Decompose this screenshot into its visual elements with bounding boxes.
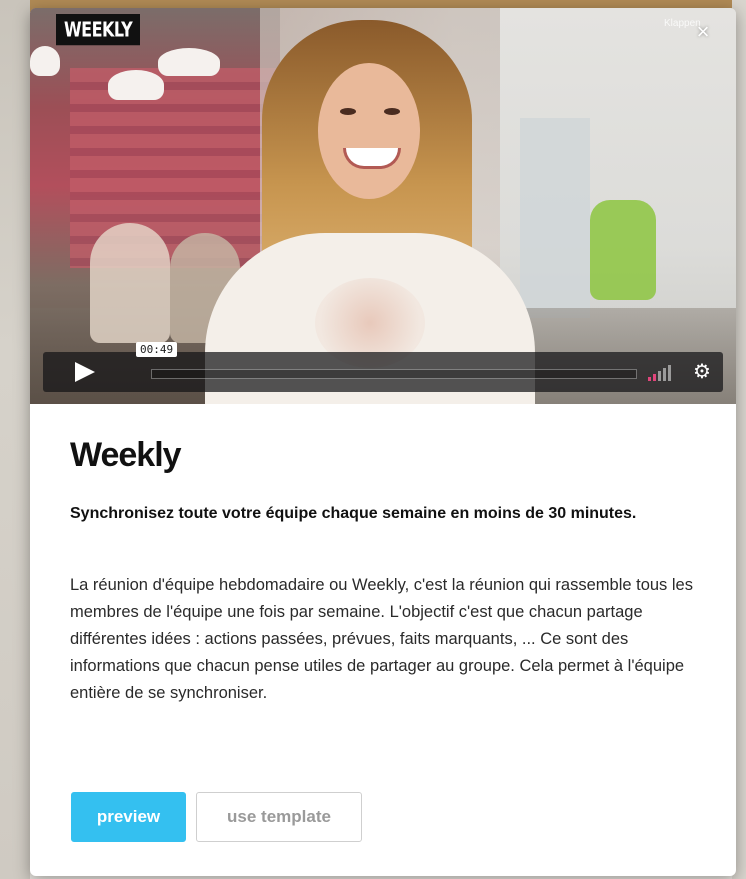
current-time-tooltip: 00:49: [136, 342, 178, 357]
template-modal: WEEKLY Klappen × 00:49 ⚙ Weekly Synchron…: [30, 8, 736, 876]
template-subtitle: Synchronisez toute votre équipe chaque s…: [70, 505, 637, 522]
brand-logo: WEEKLY: [56, 14, 141, 46]
play-button[interactable]: [43, 352, 125, 392]
volume-icon[interactable]: [648, 365, 678, 381]
template-description: La réunion d'équipe hebdomadaire ou Week…: [70, 576, 693, 702]
progress-bar[interactable]: [151, 369, 637, 379]
close-icon[interactable]: ×: [693, 21, 713, 43]
page-backdrop-left: [0, 0, 30, 879]
play-icon: [75, 362, 95, 382]
use-template-button[interactable]: use template: [196, 792, 362, 842]
template-title: Weekly: [70, 436, 182, 474]
video-player[interactable]: WEEKLY Klappen × 00:49 ⚙: [30, 8, 736, 404]
gear-icon[interactable]: ⚙: [691, 361, 713, 383]
preview-button[interactable]: preview: [71, 792, 186, 842]
video-control-bar: 00:49 ⚙: [43, 342, 723, 392]
